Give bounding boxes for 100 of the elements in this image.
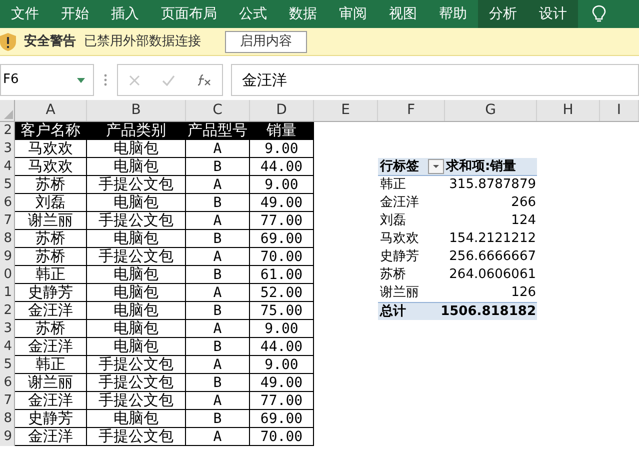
filter-dropdown-icon[interactable]: [428, 159, 444, 174]
table-cell: A: [186, 176, 250, 194]
ribbon-tab[interactable]: 公式: [228, 0, 278, 28]
column-header[interactable]: G: [445, 100, 537, 121]
row-number[interactable]: 2: [0, 122, 15, 140]
ribbon-tab[interactable]: 页面布局: [150, 0, 228, 28]
enable-content-button[interactable]: 启用内容: [225, 30, 307, 52]
pivot-cell-text: 谢兰丽: [379, 284, 420, 302]
column-header[interactable]: D: [250, 100, 314, 121]
name-box[interactable]: F6: [0, 64, 94, 96]
table-cell: B: [186, 158, 250, 176]
row-number[interactable]: 4: [0, 158, 15, 176]
table-cell: 49.00: [250, 194, 314, 212]
table-cell: A: [186, 284, 250, 302]
checkmark-icon[interactable]: [162, 74, 175, 86]
table-cell: 手提公文包: [87, 374, 186, 392]
ribbon-tab[interactable]: 文件: [0, 0, 50, 28]
ribbon-tab[interactable]: 分析: [478, 0, 528, 28]
table-cell: 金汪洋: [15, 302, 87, 320]
ribbon-tab[interactable]: 设计: [528, 0, 578, 28]
table-cell: 手提公文包: [87, 392, 186, 410]
table-cell: 马欢欢: [15, 140, 87, 158]
pivot-cell-text: 266: [510, 194, 537, 212]
table-cell: 苏桥: [15, 176, 87, 194]
lightbulb-icon[interactable]: [592, 5, 606, 23]
row-number[interactable]: 5: [0, 356, 15, 374]
row-number[interactable]: 9: [0, 428, 15, 446]
table-cell: 电脑包: [87, 140, 186, 158]
table-cell: 9.00: [250, 176, 314, 194]
function-icon[interactable]: [197, 74, 211, 86]
table-cell: 44.00: [250, 338, 314, 356]
pivot-cell-text: 126: [510, 284, 537, 302]
table-cell: 金汪洋: [15, 338, 87, 356]
row-number[interactable]: 6: [0, 194, 15, 212]
row-number[interactable]: 5: [0, 176, 15, 194]
warning-message: 已禁用外部数据连接: [84, 32, 201, 51]
column-header[interactable]: F: [378, 100, 445, 121]
ribbon-tab[interactable]: 开始: [50, 0, 100, 28]
table-cell: 苏桥: [15, 248, 87, 266]
table-cell: A: [186, 392, 250, 410]
table-cell: 70.00: [250, 428, 314, 446]
ribbon-tab[interactable]: 帮助: [428, 0, 478, 28]
table-cell: 电脑包: [87, 410, 186, 428]
table-cell: 手提公文包: [87, 176, 186, 194]
table-header-cell: 产品型号: [186, 122, 250, 140]
table-cell: 9.00: [250, 320, 314, 338]
ribbon-tab[interactable]: 数据: [278, 0, 328, 28]
ribbon-tab[interactable]: 插入: [100, 0, 150, 28]
formula-input[interactable]: 金汪洋: [231, 64, 639, 96]
row-number[interactable]: 1: [0, 284, 15, 302]
column-header[interactable]: H: [537, 100, 600, 121]
table-cell: 刘磊: [15, 194, 87, 212]
table-cell: 电脑包: [87, 284, 186, 302]
column-header[interactable]: I: [600, 100, 639, 121]
table-cell: B: [186, 194, 250, 212]
column-header[interactable]: E: [314, 100, 378, 121]
table-header-cell: 产品类别: [87, 122, 186, 140]
row-number[interactable]: 3: [0, 140, 15, 158]
pivot-cell-text: 124: [510, 212, 537, 230]
table-cell: 69.00: [250, 230, 314, 248]
table-cell: 电脑包: [87, 230, 186, 248]
table-cell: 电脑包: [87, 338, 186, 356]
table-cell: B: [186, 266, 250, 284]
row-number[interactable]: 9: [0, 248, 15, 266]
table-cell: A: [186, 212, 250, 230]
row-number[interactable]: 7: [0, 212, 15, 230]
table-cell: 61.00: [250, 266, 314, 284]
dropdown-caret-icon[interactable]: [77, 78, 85, 82]
table-cell: 70.00: [250, 248, 314, 266]
row-number[interactable]: 6: [0, 374, 15, 392]
column-header[interactable]: C: [186, 100, 250, 121]
pivot-header-cell[interactable]: 行标签: [378, 158, 445, 176]
table-header-cell: 销量: [250, 122, 314, 140]
table-cell: 金汪洋: [15, 428, 87, 446]
table-cell: 52.00: [250, 284, 314, 302]
ribbon-tab[interactable]: 视图: [378, 0, 428, 28]
table-cell: 手提公文包: [87, 212, 186, 230]
table-cell: 69.00: [250, 410, 314, 428]
row-number[interactable]: 3: [0, 320, 15, 338]
ribbon-tab[interactable]: 审阅: [328, 0, 378, 28]
table-cell: 电脑包: [87, 320, 186, 338]
pivot-cell-text: 刘磊: [379, 212, 407, 230]
pivot-cell-text: 马欢欢: [379, 230, 420, 248]
table-cell: 谢兰丽: [15, 212, 87, 230]
table-cell: 苏桥: [15, 230, 87, 248]
table-cell: 苏桥: [15, 320, 87, 338]
row-number[interactable]: 8: [0, 410, 15, 428]
column-header[interactable]: B: [87, 100, 186, 121]
row-number[interactable]: 2: [0, 302, 15, 320]
table-cell: 史静芳: [15, 284, 87, 302]
row-number[interactable]: 0: [0, 266, 15, 284]
row-number[interactable]: 4: [0, 338, 15, 356]
row-number[interactable]: 8: [0, 230, 15, 248]
row-number[interactable]: 7: [0, 392, 15, 410]
table-cell: B: [186, 302, 250, 320]
column-header[interactable]: A: [15, 100, 87, 121]
table-cell: 谢兰丽: [15, 374, 87, 392]
table-cell: 9.00: [250, 140, 314, 158]
table-cell: 77.00: [250, 212, 314, 230]
pivot-cell-text: 韩正: [379, 176, 407, 194]
